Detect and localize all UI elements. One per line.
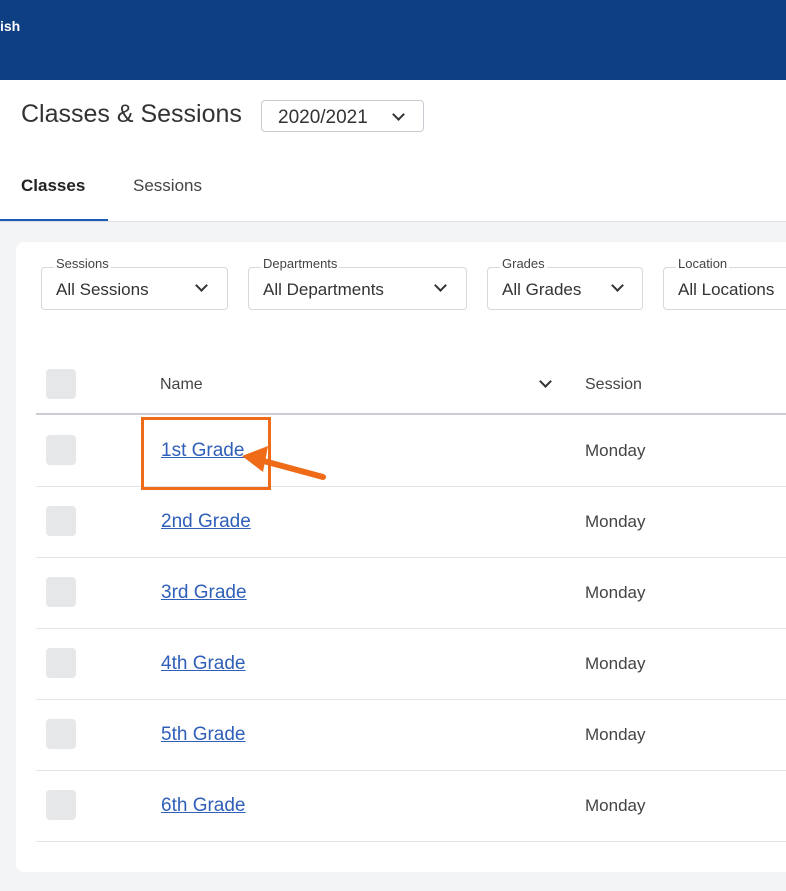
class-link[interactable]: 5th Grade: [161, 724, 246, 746]
year-select[interactable]: 2020/2021: [261, 100, 424, 132]
class-link[interactable]: 6th Grade: [161, 795, 246, 817]
location-filter[interactable]: All Locations: [663, 267, 786, 310]
row-divider: [36, 841, 786, 842]
row-session: Monday: [585, 441, 646, 460]
row-divider: [36, 557, 786, 558]
class-link[interactable]: 4th Grade: [161, 653, 246, 675]
sessions-filter-value: All Sessions: [56, 280, 149, 299]
column-header-session[interactable]: Session: [585, 376, 642, 394]
row-divider: [36, 770, 786, 771]
row-checkbox[interactable]: [46, 648, 76, 678]
grades-filter-value: All Grades: [502, 280, 582, 299]
select-all-checkbox[interactable]: [46, 369, 76, 399]
column-header-name[interactable]: Name: [160, 376, 203, 394]
topbar-label: ish: [0, 18, 21, 34]
departments-filter-label: Departments: [261, 256, 340, 271]
chevron-down-icon: [611, 279, 624, 292]
row-session: Monday: [585, 583, 646, 602]
row-divider: [36, 628, 786, 629]
row-divider: [36, 699, 786, 700]
row-checkbox[interactable]: [46, 506, 76, 536]
sessions-filter-label: Sessions: [54, 256, 111, 271]
row-session: Monday: [585, 512, 646, 531]
table-header-divider: [36, 413, 786, 415]
row-session: Monday: [585, 725, 646, 744]
departments-filter[interactable]: All Departments: [248, 267, 467, 310]
tab-sessions[interactable]: Sessions: [133, 176, 202, 196]
grades-filter[interactable]: All Grades: [487, 267, 643, 310]
page-title: Classes & Sessions: [21, 100, 242, 128]
class-link[interactable]: 2nd Grade: [161, 511, 251, 533]
row-checkbox[interactable]: [46, 719, 76, 749]
active-tab-indicator: [0, 219, 108, 221]
chevron-down-icon: [392, 108, 405, 121]
tab-classes[interactable]: Classes: [21, 176, 85, 196]
top-navigation-bar: ish: [0, 0, 786, 80]
chevron-down-icon: [195, 279, 208, 292]
year-select-value: 2020/2021: [278, 107, 368, 128]
departments-filter-value: All Departments: [263, 280, 384, 299]
row-checkbox[interactable]: [46, 435, 76, 465]
annotation-arrow-icon: [242, 446, 326, 480]
row-checkbox[interactable]: [46, 790, 76, 820]
location-filter-label: Location: [676, 256, 730, 271]
grades-filter-label: Grades: [500, 256, 547, 271]
chevron-down-icon: [434, 279, 447, 292]
row-checkbox[interactable]: [46, 577, 76, 607]
location-filter-value: All Locations: [678, 280, 775, 299]
row-session: Monday: [585, 796, 646, 815]
sessions-filter[interactable]: All Sessions: [41, 267, 228, 310]
row-session: Monday: [585, 654, 646, 673]
class-link[interactable]: 3rd Grade: [161, 582, 247, 604]
